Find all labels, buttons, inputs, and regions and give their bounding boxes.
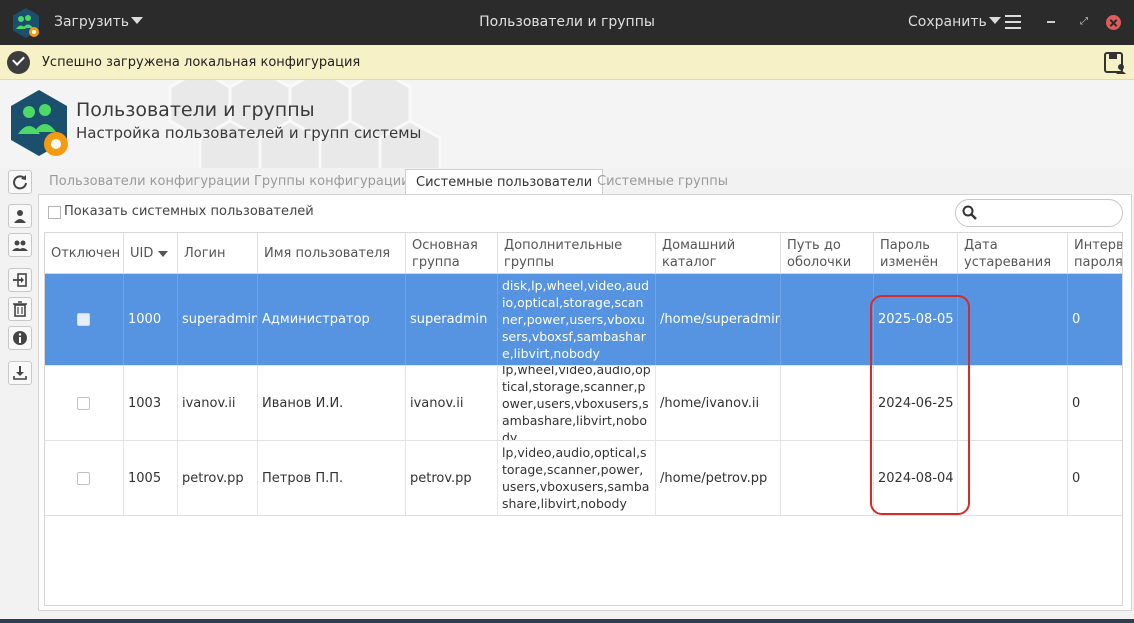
- table-row[interactable]: 1005 petrov.pp Петров П.П. petrov.pp lp,…: [45, 441, 1122, 516]
- chevron-down-icon: [988, 17, 1001, 24]
- tab-config-groups[interactable]: Группы конфигурации: [254, 169, 410, 194]
- password-changed-cell: 2024-08-04: [874, 441, 958, 515]
- refresh-icon: [13, 175, 27, 190]
- column-header-shell[interactable]: Путь до оболочки: [781, 233, 874, 274]
- login-cell: ivanov.ii: [178, 366, 258, 440]
- column-header-password-changed[interactable]: Пароль изменён: [874, 233, 958, 274]
- primary-group-cell: ivanov.ii: [406, 366, 498, 440]
- notification-text: Успешно загружена локальная конфигурация: [42, 55, 361, 70]
- extra-groups-cell: lp,video,audio,optical,storage,scanner,p…: [498, 441, 656, 515]
- group-button[interactable]: [8, 233, 32, 257]
- search-input[interactable]: [955, 199, 1123, 227]
- column-header-home[interactable]: Домашний каталог: [656, 233, 781, 274]
- download-button[interactable]: [8, 361, 32, 385]
- expiry-cell: [958, 366, 1068, 440]
- refresh-button[interactable]: [8, 170, 32, 194]
- chevron-down-icon: [131, 17, 144, 24]
- info-button[interactable]: [8, 326, 32, 350]
- hamburger-menu-icon[interactable]: [1005, 15, 1021, 29]
- home-cell: /home/ivanov.ii: [656, 366, 781, 440]
- maximize-button[interactable]: ⤢: [1077, 14, 1091, 30]
- users-groups-logo-icon: [11, 90, 68, 156]
- save-user-icon[interactable]: [1103, 51, 1127, 75]
- save-menu-label: Сохранить: [908, 14, 987, 30]
- close-button[interactable]: [1106, 15, 1121, 30]
- search-icon: [962, 205, 977, 220]
- users-group-icon: [12, 240, 28, 251]
- username-cell: Иванов И.И.: [258, 366, 406, 440]
- check-circle-icon: [7, 51, 30, 74]
- table-header: Отключен UID Логин Имя пользователя Осно…: [45, 233, 1122, 274]
- page-title: Пользователи и группы: [76, 99, 315, 121]
- shell-cell: [781, 441, 874, 515]
- interval-cell: 0: [1068, 366, 1122, 440]
- home-cell: /home/superadmin: [656, 274, 781, 365]
- users-table: Отключен UID Логин Имя пользователя Осно…: [44, 232, 1123, 606]
- column-header-username[interactable]: Имя пользователя: [258, 233, 406, 274]
- load-menu-button[interactable]: Загрузить: [54, 0, 144, 45]
- uid-cell: 1000: [124, 274, 178, 365]
- login-icon: [13, 273, 27, 287]
- uid-cell: 1005: [124, 441, 178, 515]
- column-header-primary-group[interactable]: Основная группа: [406, 233, 498, 274]
- sort-down-icon: [158, 250, 169, 257]
- login-cell: superadmin: [178, 274, 258, 365]
- notification-bar: Успешно загружена локальная конфигурация: [0, 45, 1134, 80]
- table-row[interactable]: 1003 ivanov.ii Иванов И.И. ivanov.ii lp,…: [45, 366, 1122, 441]
- show-system-users-label: Показать системных пользователей: [64, 204, 314, 219]
- info-icon: [13, 331, 27, 345]
- interval-cell: 0: [1068, 274, 1122, 365]
- table-row[interactable]: 1000 superadmin Администратор superadmin…: [45, 274, 1122, 366]
- disabled-checkbox[interactable]: [77, 313, 90, 326]
- save-menu-button[interactable]: Сохранить: [908, 0, 1001, 45]
- shell-cell: [781, 274, 874, 365]
- tab-system-users[interactable]: Системные пользователи: [405, 169, 604, 195]
- shell-cell: [781, 366, 874, 440]
- password-changed-cell: 2024-06-25: [874, 366, 958, 440]
- download-icon: [13, 366, 27, 380]
- column-header-extra-groups[interactable]: Дополнительные группы: [498, 233, 656, 274]
- disabled-checkbox[interactable]: [77, 396, 90, 410]
- column-header-expiry[interactable]: Дата устаревания: [958, 233, 1068, 274]
- disabled-cell: [45, 274, 124, 365]
- login-cell: petrov.pp: [178, 441, 258, 515]
- username-cell: Администратор: [258, 274, 406, 365]
- user-icon: [14, 210, 26, 223]
- app-logo-icon: [13, 8, 39, 38]
- disabled-cell: [45, 366, 124, 440]
- password-changed-cell: 2025-08-05: [874, 274, 958, 365]
- column-header-uid[interactable]: UID: [124, 233, 178, 274]
- extra-groups-cell: disk,lp,wheel,video,audio,optical,storag…: [498, 274, 656, 365]
- column-header-interval[interactable]: Интервал пароля: [1068, 233, 1122, 274]
- expiry-cell: [958, 274, 1068, 365]
- load-menu-label: Загрузить: [54, 14, 130, 30]
- column-header-login[interactable]: Логин: [178, 233, 258, 274]
- expiry-cell: [958, 441, 1068, 515]
- username-cell: Петров П.П.: [258, 441, 406, 515]
- home-cell: /home/petrov.pp: [656, 441, 781, 515]
- page-subtitle: Настройка пользователей и групп системы: [76, 124, 422, 142]
- tab-system-groups[interactable]: Системные группы: [597, 169, 728, 194]
- disabled-checkbox[interactable]: [77, 471, 90, 485]
- primary-group-cell: petrov.pp: [406, 441, 498, 515]
- delete-button[interactable]: [8, 297, 32, 321]
- uid-cell: 1003: [124, 366, 178, 440]
- login-button[interactable]: [8, 268, 32, 292]
- page-header: Пользователи и группы Настройка пользова…: [0, 80, 1134, 168]
- extra-groups-cell: lp,wheel,video,audio,optical,storage,sca…: [498, 366, 656, 440]
- interval-cell: 0: [1068, 441, 1122, 515]
- trash-icon: [13, 301, 27, 317]
- primary-group-cell: superadmin: [406, 274, 498, 365]
- tab-config-users[interactable]: Пользователи конфигурации: [49, 169, 250, 194]
- disabled-cell: [45, 441, 124, 515]
- minimize-button[interactable]: [1047, 21, 1055, 23]
- user-button[interactable]: [8, 204, 32, 228]
- taskbar-strip: [0, 619, 1134, 623]
- title-bar: Загрузить Пользователи и группы Сохранит…: [0, 0, 1134, 45]
- show-system-users-checkbox[interactable]: [48, 206, 61, 219]
- uid-header-label: UID: [130, 246, 154, 261]
- column-header-disabled[interactable]: Отключен: [45, 233, 124, 274]
